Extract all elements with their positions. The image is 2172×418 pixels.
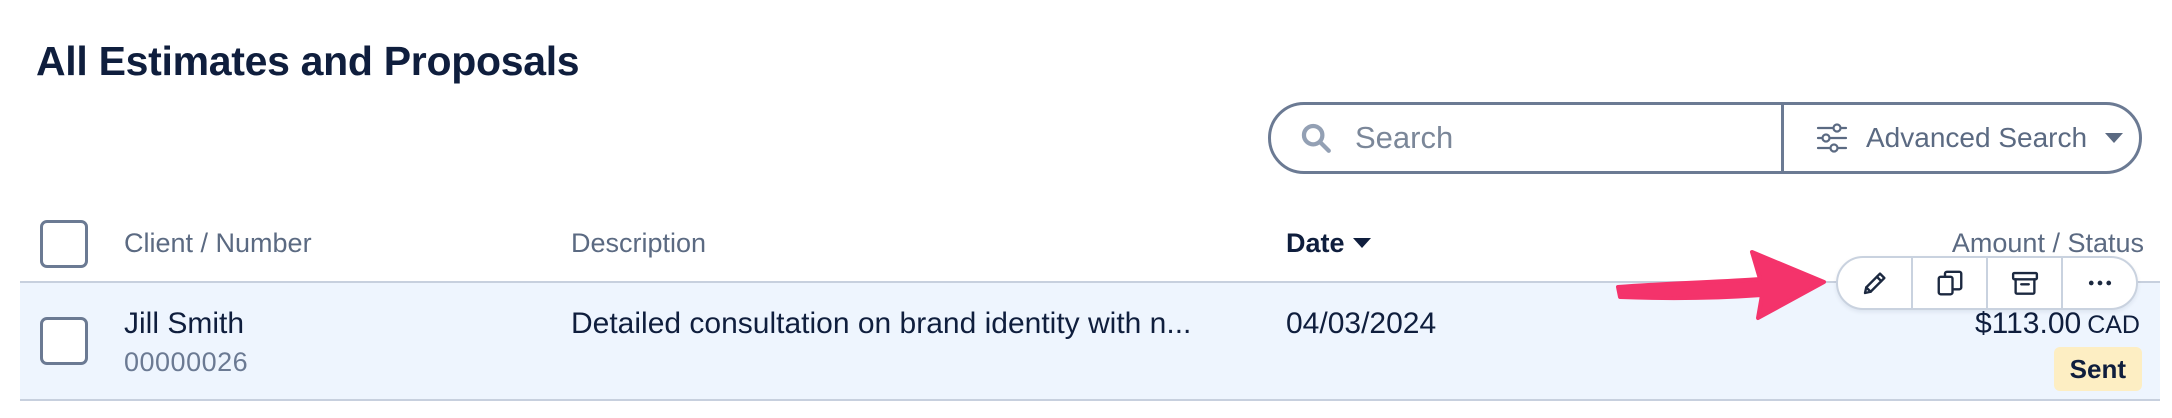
select-all-checkbox[interactable]	[40, 220, 88, 268]
caret-down-icon	[2105, 132, 2124, 143]
client-name: Jill Smith	[124, 307, 245, 340]
row-checkbox[interactable]	[40, 317, 88, 365]
search-input[interactable]	[1355, 120, 1775, 156]
page-title: All Estimates and Proposals	[36, 38, 580, 84]
copy-icon	[1937, 270, 1962, 296]
sliders-icon	[1816, 123, 1848, 153]
search-icon	[1301, 123, 1331, 153]
search-bar: Advanced Search	[1268, 102, 2142, 174]
more-actions-button[interactable]	[2061, 258, 2136, 308]
row-divider	[20, 399, 2160, 401]
row-description: Detailed consultation on brand identity …	[571, 307, 1192, 340]
archive-button[interactable]	[1986, 258, 2061, 308]
column-date-label: Date	[1286, 228, 1345, 258]
advanced-search-button[interactable]: Advanced Search	[1784, 105, 2139, 171]
column-date[interactable]: Date	[1286, 228, 1371, 259]
amount-value: $113.00	[1974, 307, 2082, 340]
row-amount: $113.00 CAD	[1975, 307, 2140, 341]
status-badge: Sent	[2053, 347, 2142, 391]
column-client-number[interactable]: Client / Number	[124, 228, 312, 259]
row-action-toolbar	[1836, 256, 2138, 310]
advanced-search-label: Advanced Search	[1866, 122, 2088, 153]
edit-button[interactable]	[1838, 258, 1911, 308]
duplicate-button[interactable]	[1911, 258, 1986, 308]
archive-icon	[2011, 271, 2038, 295]
pencil-icon	[1863, 272, 1886, 295]
search-field[interactable]	[1271, 105, 1781, 171]
estimates-page: All Estimates and Proposals Advanced Sea…	[0, 0, 2172, 418]
sort-desc-icon	[1352, 238, 1371, 248]
column-description[interactable]: Description	[571, 228, 706, 259]
more-icon	[2088, 280, 2111, 286]
amount-currency: CAD	[2087, 311, 2140, 339]
column-amount-status[interactable]: Amount / Status	[1952, 228, 2144, 259]
estimate-number: 00000026	[124, 347, 249, 377]
row-date: 04/03/2024	[1286, 307, 1437, 340]
annotation-arrow	[1616, 250, 1826, 320]
